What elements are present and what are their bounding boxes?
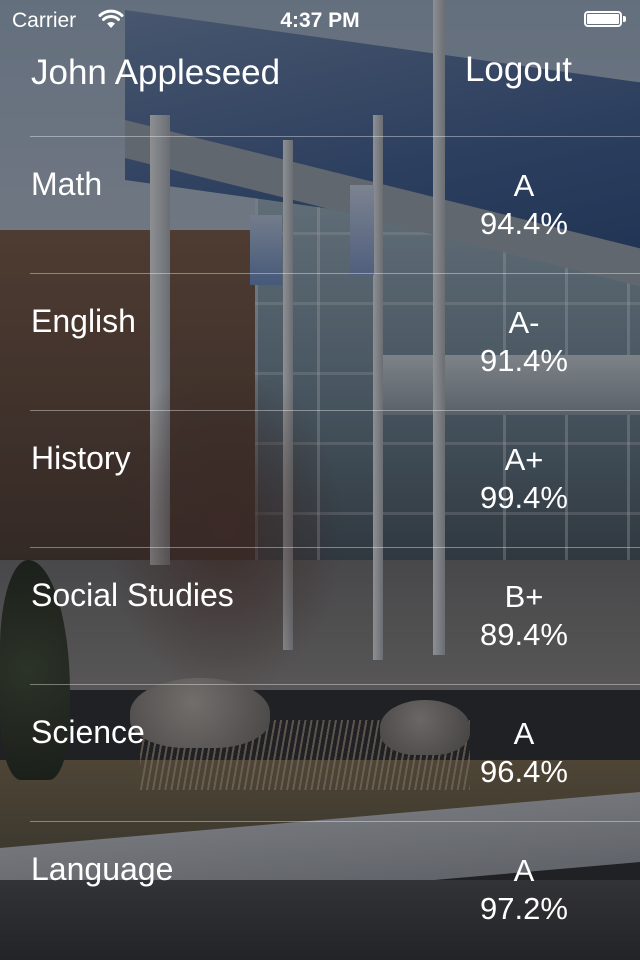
grade-percent: 91.4% xyxy=(480,343,568,378)
row-divider xyxy=(30,684,640,685)
user-name: John Appleseed xyxy=(31,53,281,92)
subject-label: English xyxy=(31,303,136,339)
subject-label: Math xyxy=(31,166,103,202)
clock: 4:37 PM xyxy=(280,9,360,32)
letter-grade: A- xyxy=(508,305,540,340)
letter-grade: A xyxy=(513,716,535,751)
grade-box: A 94.4% xyxy=(444,168,604,244)
grade-box: A 97.2% xyxy=(444,853,604,929)
grade-row-social-studies[interactable]: Social Studies B+ 89.4% xyxy=(0,547,640,684)
status-bar: Carrier 4:37 PM xyxy=(0,0,640,40)
grade-row-language[interactable]: Language A 97.2% xyxy=(0,821,640,958)
grade-percent: 99.4% xyxy=(480,480,568,515)
grade-percent: 89.4% xyxy=(480,617,568,652)
grade-row-math[interactable]: Math A 94.4% xyxy=(0,136,640,273)
subject-label: History xyxy=(31,440,131,476)
grade-percent: 96.4% xyxy=(480,754,568,789)
grade-box: A+ 99.4% xyxy=(444,442,604,518)
grade-box: B+ 89.4% xyxy=(444,579,604,655)
header: John Appleseed Logout xyxy=(0,40,640,136)
grade-row-history[interactable]: History A+ 99.4% xyxy=(0,410,640,547)
letter-grade: B+ xyxy=(504,579,544,614)
letter-grade: A+ xyxy=(504,442,544,477)
grade-list: Math A 94.4% English A- 91.4% History A+… xyxy=(0,136,640,958)
grade-row-science[interactable]: Science A 96.4% xyxy=(0,684,640,821)
row-divider xyxy=(30,273,640,274)
grade-row-english[interactable]: English A- 91.4% xyxy=(0,273,640,410)
grade-box: A 96.4% xyxy=(444,716,604,792)
grade-percent: 97.2% xyxy=(480,891,568,926)
letter-grade: A xyxy=(513,168,535,203)
row-divider xyxy=(30,821,640,822)
subject-label: Language xyxy=(31,851,174,887)
grade-box: A- 91.4% xyxy=(444,305,604,381)
subject-label: Science xyxy=(31,714,145,750)
row-divider xyxy=(30,410,640,411)
logout-button[interactable]: Logout xyxy=(465,50,572,90)
row-divider xyxy=(30,547,640,548)
letter-grade: A xyxy=(513,853,535,888)
row-divider xyxy=(30,136,640,137)
grade-percent: 94.4% xyxy=(480,206,568,241)
subject-label: Social Studies xyxy=(31,577,234,613)
battery-icon xyxy=(584,11,628,29)
